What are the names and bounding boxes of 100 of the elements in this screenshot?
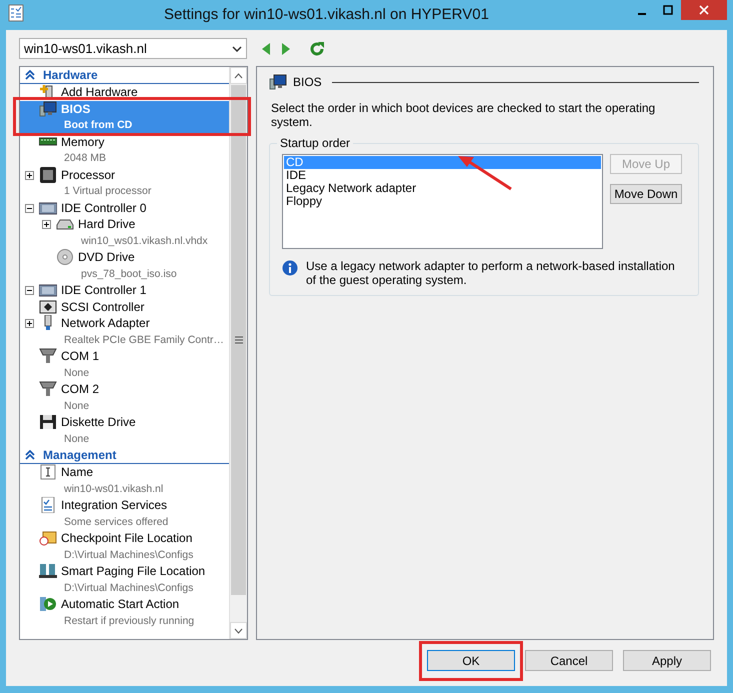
- boot-device-item[interactable]: IDE: [284, 169, 601, 182]
- section-header[interactable]: Hardware: [20, 67, 229, 84]
- tree-item[interactable]: Memory 2048 MB: [20, 134, 229, 166]
- vm-selector[interactable]: win10-ws01.vikash.nl: [19, 38, 247, 59]
- group-title: Startup order: [277, 136, 354, 150]
- close-button[interactable]: [681, 0, 727, 20]
- settings-icon: [8, 4, 24, 22]
- chevron-down-icon: [232, 46, 242, 52]
- item-label: IDE Controller 0: [61, 200, 146, 216]
- info-icon: [282, 260, 298, 276]
- text-cursor-icon: [39, 464, 57, 480]
- dialog-button[interactable]: Apply: [623, 650, 711, 671]
- item-label: Checkpoint File Location: [61, 530, 194, 546]
- window-title: Settings for win10-ws01.vikash.nl on HYPERV01: [163, 5, 490, 25]
- expand-icon[interactable]: [42, 220, 51, 229]
- tree-item[interactable]: Name win10-ws01.vikash.nl: [20, 464, 229, 497]
- item-label: SCSI Controller: [61, 298, 144, 315]
- item-detail: 2048 MB: [63, 151, 106, 166]
- boot-order-list[interactable]: CD IDE Legacy Network adapter Floppy: [282, 154, 603, 249]
- tree-item[interactable]: SCSI Controller: [20, 298, 229, 315]
- item-label: Smart Paging File Location: [61, 563, 206, 580]
- tree-item[interactable]: COM 1 None: [20, 348, 229, 381]
- folder-clock-icon: [39, 530, 57, 546]
- play-icon: [39, 596, 57, 612]
- serial-port-icon: [39, 381, 57, 397]
- tree-item[interactable]: Network Adapter Realtek PCIe GBE Family Contr…: [20, 315, 229, 348]
- section-header[interactable]: Management: [20, 447, 229, 464]
- memory-chips-icon: [39, 563, 57, 579]
- collapse-icon[interactable]: [25, 204, 34, 212]
- tree-item[interactable]: COM 2 None: [20, 381, 229, 414]
- scroll-down-icon[interactable]: [234, 628, 243, 634]
- tree-item[interactable]: Hard Drive win10_ws01.vikash.nl.vhdx: [20, 216, 229, 249]
- refresh-icon[interactable]: [309, 40, 325, 56]
- section-title: BIOS: [293, 75, 322, 89]
- item-label: COM 1: [61, 348, 100, 364]
- disc-icon: [56, 249, 74, 265]
- item-detail: None: [63, 366, 90, 380]
- item-detail: 1 Virtual processor: [63, 184, 152, 199]
- item-detail: Some services offered: [63, 514, 168, 530]
- forward-icon[interactable]: [281, 42, 291, 56]
- expand-icon[interactable]: [25, 319, 34, 328]
- item-label: Name: [61, 464, 94, 480]
- item-label: Hard Drive: [78, 216, 136, 232]
- item-detail: Boot from CD: [63, 118, 132, 133]
- move-button[interactable]: Move Down: [610, 184, 682, 204]
- processor-icon: [39, 166, 57, 182]
- expand-icon[interactable]: [25, 170, 34, 180]
- collapse-icon[interactable]: [25, 286, 34, 295]
- item-detail: D:\Virtual Machines\Configs: [63, 580, 194, 596]
- tree-item[interactable]: Checkpoint File Location D:\Virtual Machines\Configs: [20, 530, 229, 563]
- item-detail: D:\Virtual Machines\Configs: [63, 548, 194, 562]
- dialog-button[interactable]: Cancel: [525, 650, 613, 671]
- item-label: Processor: [61, 166, 116, 183]
- back-icon[interactable]: [261, 42, 271, 56]
- item-label: COM 2: [61, 381, 100, 398]
- tree-item[interactable]: Diskette Drive None: [20, 414, 229, 447]
- scsi-icon: [39, 298, 57, 314]
- tree-item[interactable]: DVD Drive pvs_78_boot_iso.iso: [20, 249, 229, 282]
- boot-device-item[interactable]: Floppy: [284, 195, 601, 208]
- item-label: Memory: [61, 134, 106, 150]
- tree-item[interactable]: Integration Services Some services offered: [20, 497, 229, 530]
- item-label: Network Adapter: [61, 315, 151, 332]
- scrollbar[interactable]: [229, 67, 247, 639]
- item-label: Diskette Drive: [61, 414, 136, 430]
- computer-icon: [39, 100, 57, 116]
- item-detail: None: [63, 432, 90, 446]
- item-detail: win10_ws01.vikash.nl.vhdx: [80, 234, 208, 248]
- maximize-icon: [663, 5, 673, 15]
- scroll-up-icon[interactable]: [234, 72, 243, 78]
- minimize-icon: [638, 13, 646, 15]
- item-detail: None: [63, 398, 90, 414]
- item-label: BIOS: [61, 100, 92, 117]
- item-detail: Realtek PCIe GBE Family Contr…: [63, 332, 224, 348]
- controller-icon: [39, 200, 57, 216]
- checklist-icon: [39, 497, 57, 513]
- tree-item[interactable]: IDE Controller 0: [20, 200, 229, 216]
- description-text: Select the order in which boot devices are checked to start the operating system.: [271, 101, 656, 129]
- tree-item[interactable]: Smart Paging File Location D:\Virtual Machines\Configs: [20, 563, 229, 596]
- item-label: Integration Services: [61, 497, 168, 514]
- item-detail: pvs_78_boot_iso.iso: [80, 266, 177, 282]
- controller-icon: [39, 282, 57, 298]
- serial-port-icon: [39, 348, 57, 364]
- tree-item[interactable]: Processor 1 Virtual processor: [20, 166, 229, 200]
- boot-device-item[interactable]: Legacy Network adapter: [284, 182, 601, 195]
- tree-item[interactable]: Add Hardware: [20, 84, 229, 100]
- item-label: Add Hardware: [61, 84, 138, 100]
- grip-icon: [234, 336, 242, 344]
- close-icon: [699, 5, 709, 15]
- item-label: Automatic Start Action: [61, 596, 180, 612]
- info-text: Use a legacy network adapter to perform a network-based installation of the guest operating system.: [306, 259, 676, 287]
- arrow-annotation: [456, 154, 514, 192]
- item-detail: win10-ws01.vikash.nl: [63, 482, 164, 496]
- tree-item[interactable]: IDE Controller 1: [20, 282, 229, 298]
- item-label: IDE Controller 1: [61, 282, 146, 298]
- collapse-icon[interactable]: [25, 450, 35, 460]
- dialog-button[interactable]: OK: [427, 650, 515, 671]
- collapse-icon[interactable]: [25, 70, 35, 80]
- computer-icon: [269, 74, 287, 90]
- item-label: DVD Drive: [78, 249, 136, 266]
- tree-item[interactable]: Automatic Start Action Restart if previously running: [20, 596, 229, 629]
